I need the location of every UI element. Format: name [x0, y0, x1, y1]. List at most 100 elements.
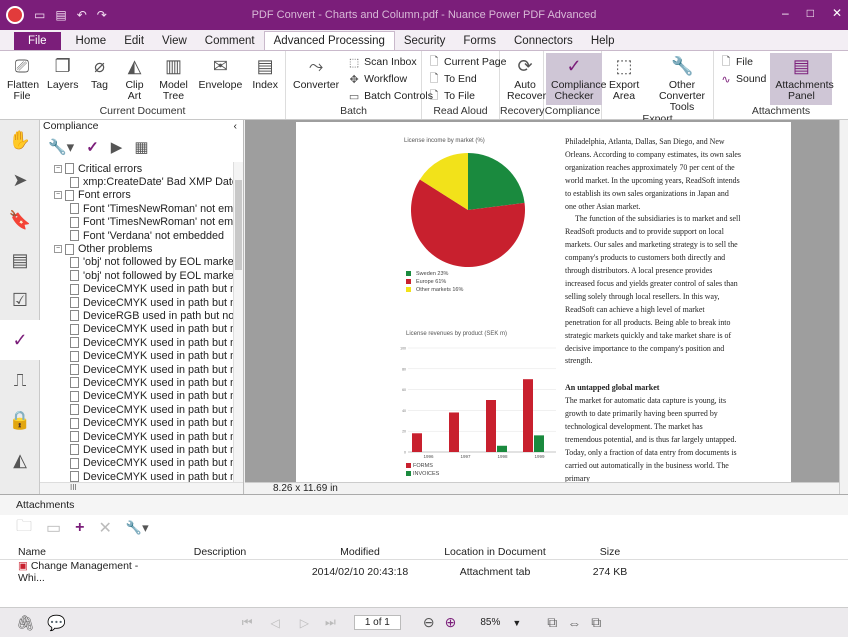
tree-horizontal-scrollbar[interactable]: III — [40, 482, 243, 494]
previous-page-icon[interactable]: ◁ — [271, 616, 280, 630]
tree-item[interactable]: DeviceCMYK used in path but no outp — [40, 416, 233, 429]
other-converter-tools-button[interactable]: 🔧 Other Converter Tools — [644, 53, 720, 113]
document-view[interactable]: License income by market (%) Sweden 23% E… — [245, 120, 839, 482]
fit-width-icon[interactable]: ⇔ — [567, 615, 581, 631]
tree-item[interactable]: − Other problems — [40, 242, 233, 255]
add-attachment-icon[interactable]: + — [75, 519, 84, 537]
hand-icon[interactable]: ✋ — [0, 120, 40, 160]
tab-help[interactable]: Help — [582, 32, 624, 50]
collapse-toggle-icon[interactable]: − — [54, 164, 62, 173]
tree-item[interactable]: DeviceCMYK used in path but no outp — [40, 363, 233, 376]
document-vertical-scrollbar[interactable] — [839, 120, 848, 494]
checklist-icon[interactable]: ☑ — [0, 280, 40, 320]
column-modified[interactable]: Modified — [290, 545, 430, 560]
tree-item[interactable]: DeviceCMYK used in path but no outp — [40, 349, 233, 362]
redo-icon[interactable]: ↷ — [97, 8, 107, 22]
document-horizontal-scrollbar[interactable]: 8.26 x 11.69 in — [245, 482, 839, 494]
to-end-button[interactable]: 🗋 To End — [428, 71, 506, 87]
tab-security[interactable]: Security — [395, 32, 455, 50]
column-name[interactable]: Name — [0, 545, 150, 560]
stamp-icon[interactable]: ⎍ — [0, 360, 40, 400]
pointer-icon[interactable]: ➤ — [0, 160, 40, 200]
close-button[interactable]: ✕ — [832, 6, 842, 20]
compliance-checker-button[interactable]: ✓ Compliance Checker — [546, 53, 606, 105]
maximize-button[interactable]: □ — [807, 6, 814, 20]
tree-item[interactable]: xmp:CreateDate' Bad XMP Date: '2002 — [40, 175, 233, 188]
wrench-icon[interactable]: 🔧▾ — [48, 138, 74, 156]
column-size[interactable]: Size — [560, 545, 660, 560]
attachments-panel-button[interactable]: ▤ Attachments Panel — [770, 53, 834, 105]
flatten-file-button[interactable]: ⎚ Flatten File — [2, 53, 42, 105]
compliance-check-icon[interactable]: ✓ — [0, 320, 40, 360]
auto-recovery-button[interactable]: ⟳ Auto Recovery — [502, 53, 551, 105]
attach-sound-button[interactable]: ∿ Sound — [720, 71, 766, 87]
tree-item[interactable]: − Font errors — [40, 189, 233, 202]
collapse-toggle-icon[interactable]: − — [54, 191, 62, 200]
open-icon[interactable]: 🗀 — [16, 515, 32, 542]
tab-forms[interactable]: Forms — [454, 32, 505, 50]
attachment-paperclip-icon[interactable]: 🖇 — [16, 614, 35, 632]
tree-item[interactable]: − Critical errors — [40, 162, 233, 175]
tab-edit[interactable]: Edit — [115, 32, 153, 50]
save-icon[interactable]: ▭ — [46, 518, 61, 538]
tab-comment[interactable]: Comment — [196, 32, 264, 50]
collapse-panel-button[interactable]: ‹ — [234, 120, 238, 134]
batch-controls-button[interactable]: ▭ Batch Controls — [348, 88, 433, 104]
undo-icon[interactable]: ↶ — [77, 8, 87, 22]
tree-item[interactable]: DeviceRGB used in path but no outpu — [40, 309, 233, 322]
tab-view[interactable]: View — [153, 32, 196, 50]
tree-item[interactable]: Font 'TimesNewRoman' not embedd — [40, 202, 233, 215]
export-area-button[interactable]: ⬚ Export Area — [604, 53, 644, 113]
tree-item[interactable]: DeviceCMYK used in path but no outp — [40, 376, 233, 389]
zoom-level[interactable]: 85% — [470, 616, 510, 629]
compliance-tree[interactable]: − Critical errors xmp:CreateDate' Bad XMP … — [40, 162, 233, 482]
column-description[interactable]: Description — [150, 545, 290, 560]
run-icon[interactable]: ▶ — [111, 138, 123, 156]
save-icon[interactable]: ▭ — [34, 8, 45, 22]
tree-item[interactable]: DeviceCMYK used in path but no outp — [40, 283, 233, 296]
tree-item[interactable]: DeviceCMYK used in path but no outp — [40, 470, 233, 482]
tree-item[interactable]: Font 'TimesNewRoman' not embedd — [40, 216, 233, 229]
zoom-in-icon[interactable]: ⊕ — [445, 614, 457, 631]
current-page-button[interactable]: 🗋 Current Page — [428, 54, 507, 70]
tree-item[interactable]: DeviceCMYK used in path but no outp — [40, 457, 233, 470]
tree-item[interactable]: DeviceCMYK used in path but no outp — [40, 390, 233, 403]
tree-item[interactable]: Font 'Verdana' not embedded — [40, 229, 233, 242]
tree-item[interactable]: DeviceCMYK used in path but no outp — [40, 430, 233, 443]
tree-hscroll-thumb[interactable]: III — [70, 483, 77, 492]
tab-advanced-processing[interactable]: Advanced Processing — [263, 31, 395, 50]
workflow-button[interactable]: ✥ Workflow — [348, 71, 433, 87]
tree-item[interactable]: DeviceCMYK used in path but no outp — [40, 296, 233, 309]
tab-connectors[interactable]: Connectors — [505, 32, 582, 50]
tree-item[interactable]: DeviceCMYK used in path but no outp — [40, 403, 233, 416]
fit-page-icon[interactable]: ⧉ — [547, 614, 557, 631]
tree-scroll-thumb[interactable] — [235, 180, 242, 270]
to-file-button[interactable]: 🗋 To File — [428, 88, 506, 104]
zoom-dropdown-icon[interactable]: ▼ — [512, 618, 521, 628]
clip-art-button[interactable]: ◭ Clip Art — [116, 53, 154, 105]
model-tree-button[interactable]: ▥ Model Tree — [154, 53, 194, 105]
tab-home[interactable]: Home — [67, 32, 116, 50]
tree-item[interactable]: DeviceCMYK used in path but no outp — [40, 443, 233, 456]
image-icon[interactable]: ◭ — [0, 440, 40, 480]
lock-icon[interactable]: 🔒 — [0, 400, 40, 440]
check-icon[interactable]: ✓ — [86, 138, 99, 156]
tree-item[interactable]: DeviceCMYK used in path but no outp — [40, 336, 233, 349]
tree-item[interactable]: 'obj' not followed by EOL marker. — [40, 269, 233, 282]
tree-vertical-scrollbar[interactable] — [233, 162, 243, 482]
column-location[interactable]: Location in Document — [430, 545, 560, 560]
wrench-icon[interactable]: 🔧▾ — [126, 520, 149, 536]
layers-button[interactable]: ❐ Layers — [42, 53, 84, 105]
zoom-out-icon[interactable]: ⊖ — [423, 614, 435, 631]
attach-file-button[interactable]: 🗋 File — [720, 54, 766, 70]
save-as-icon[interactable]: ▤ — [55, 8, 66, 22]
rotate-view-icon[interactable]: ⧉ — [591, 614, 601, 631]
tree-item[interactable]: DeviceCMYK used in path but no outp — [40, 323, 233, 336]
tag-button[interactable]: ⌀ Tag — [84, 53, 116, 105]
pages-icon[interactable]: ▤ — [0, 240, 40, 280]
envelope-button[interactable]: ✉ Envelope — [194, 53, 248, 105]
last-page-icon[interactable]: ⏭ — [325, 615, 336, 630]
converter-button[interactable]: ⤳ Converter — [288, 53, 344, 105]
minimize-button[interactable]: – — [782, 6, 789, 20]
delete-icon[interactable]: ✕ — [98, 518, 111, 538]
